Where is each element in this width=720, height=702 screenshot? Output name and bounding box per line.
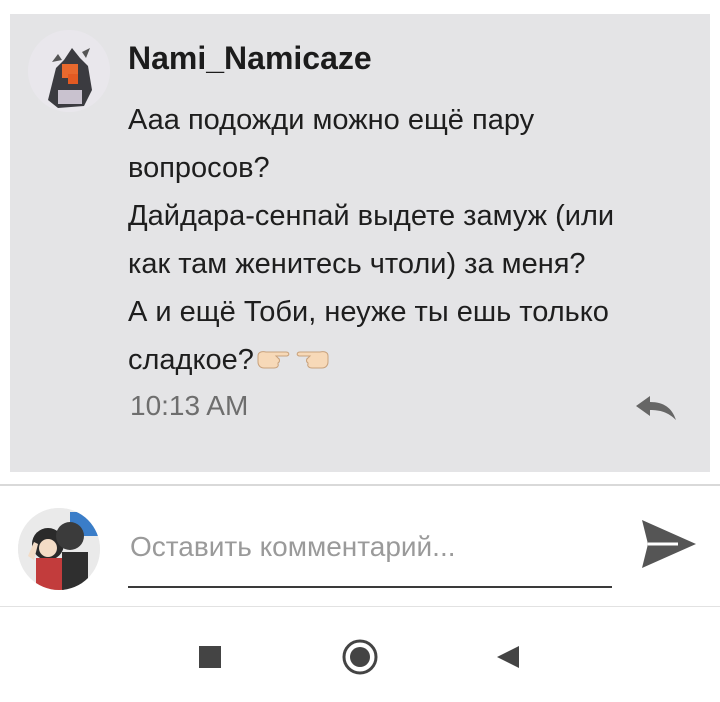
comment-last-line: сладкое?: [128, 336, 693, 385]
home-button[interactable]: [340, 637, 380, 677]
comment-timestamp: 10:13 AM: [130, 390, 249, 421]
author-avatar-image: [28, 30, 110, 112]
user-avatar-image: [18, 508, 100, 590]
comment-text: Ааа подожди можно ещё пару вопросов? Дай…: [128, 96, 693, 385]
android-navbar: [0, 607, 720, 702]
user-avatar[interactable]: [18, 508, 100, 590]
home-circle-icon: [342, 639, 378, 675]
comment-line: сладкое?: [128, 344, 254, 376]
comment-line: как там женитесь чтоли) за меня?: [128, 248, 586, 280]
author-avatar[interactable]: [28, 30, 110, 112]
send-button[interactable]: [638, 516, 700, 572]
pointing-right-hand-icon: [256, 337, 292, 385]
pointing-left-hand-icon: [294, 337, 330, 385]
comment-line: вопросов?: [128, 152, 270, 184]
comment-input[interactable]: [128, 516, 612, 588]
author-name[interactable]: Nami_Namicaze: [128, 40, 372, 77]
back-button[interactable]: [488, 637, 528, 677]
recents-square-icon: [199, 646, 221, 668]
comment-line: Ааа подожди можно ещё пару: [128, 104, 535, 136]
comment-line: Дайдара-сенпай выдете замуж (или: [128, 200, 615, 232]
top-strip: [0, 0, 720, 14]
comment-composer: [0, 486, 720, 606]
send-icon: [642, 520, 696, 568]
recents-button[interactable]: [190, 637, 230, 677]
comment-line: А и ещё Тоби, неуже ты ешь только: [128, 296, 609, 328]
reply-arrow-icon[interactable]: [634, 392, 678, 424]
back-triangle-icon: [497, 646, 519, 668]
